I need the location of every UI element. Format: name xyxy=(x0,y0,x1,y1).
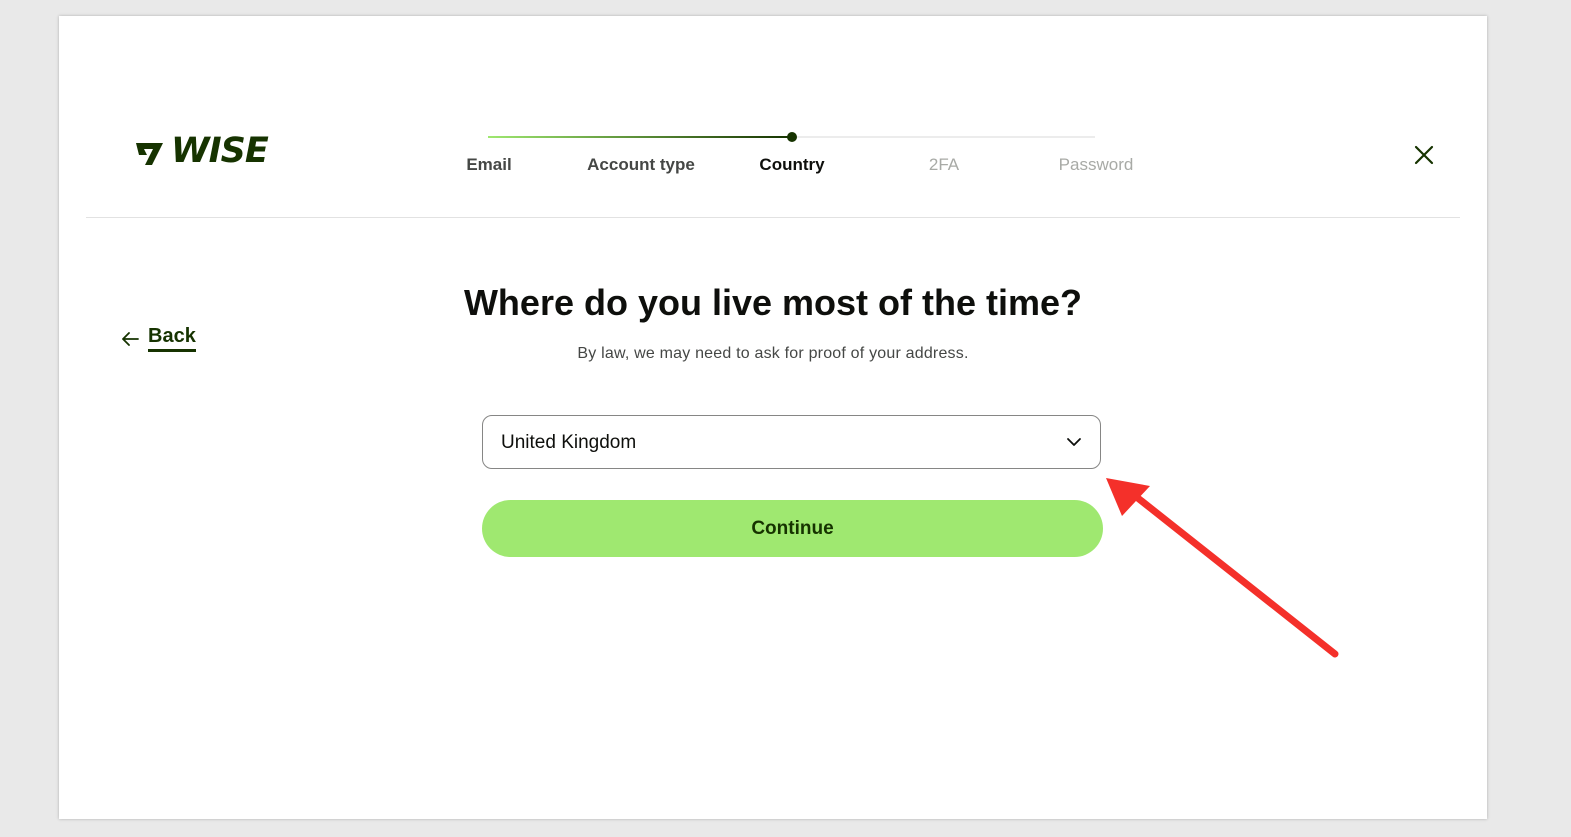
country-select-value: United Kingdom xyxy=(501,432,637,453)
page-subtitle: By law, we may need to ask for proof of … xyxy=(577,345,969,362)
signup-card: WISE Email Account type Country 2FA Pass… xyxy=(59,16,1487,819)
stepper-current-dot xyxy=(786,132,797,142)
step-email: Email xyxy=(466,155,512,174)
step-password: Password xyxy=(1058,155,1134,174)
step-account-type: Account type xyxy=(587,155,695,174)
close-button[interactable] xyxy=(1409,144,1439,168)
step-country: Country xyxy=(759,155,825,174)
continue-button[interactable]: Continue xyxy=(482,500,1103,557)
close-icon xyxy=(1414,145,1434,165)
country-select[interactable]: United Kingdom xyxy=(482,415,1101,469)
page-title: Where do you live most of the time? xyxy=(463,282,1083,323)
chevron-down-icon xyxy=(1067,438,1081,446)
stepper-progress-fill xyxy=(488,136,792,138)
header-divider xyxy=(86,217,1460,218)
stepper-track xyxy=(488,132,1095,142)
progress-stepper: Email Account type Country 2FA Password xyxy=(59,16,1487,216)
step-2fa: 2FA xyxy=(928,155,960,174)
